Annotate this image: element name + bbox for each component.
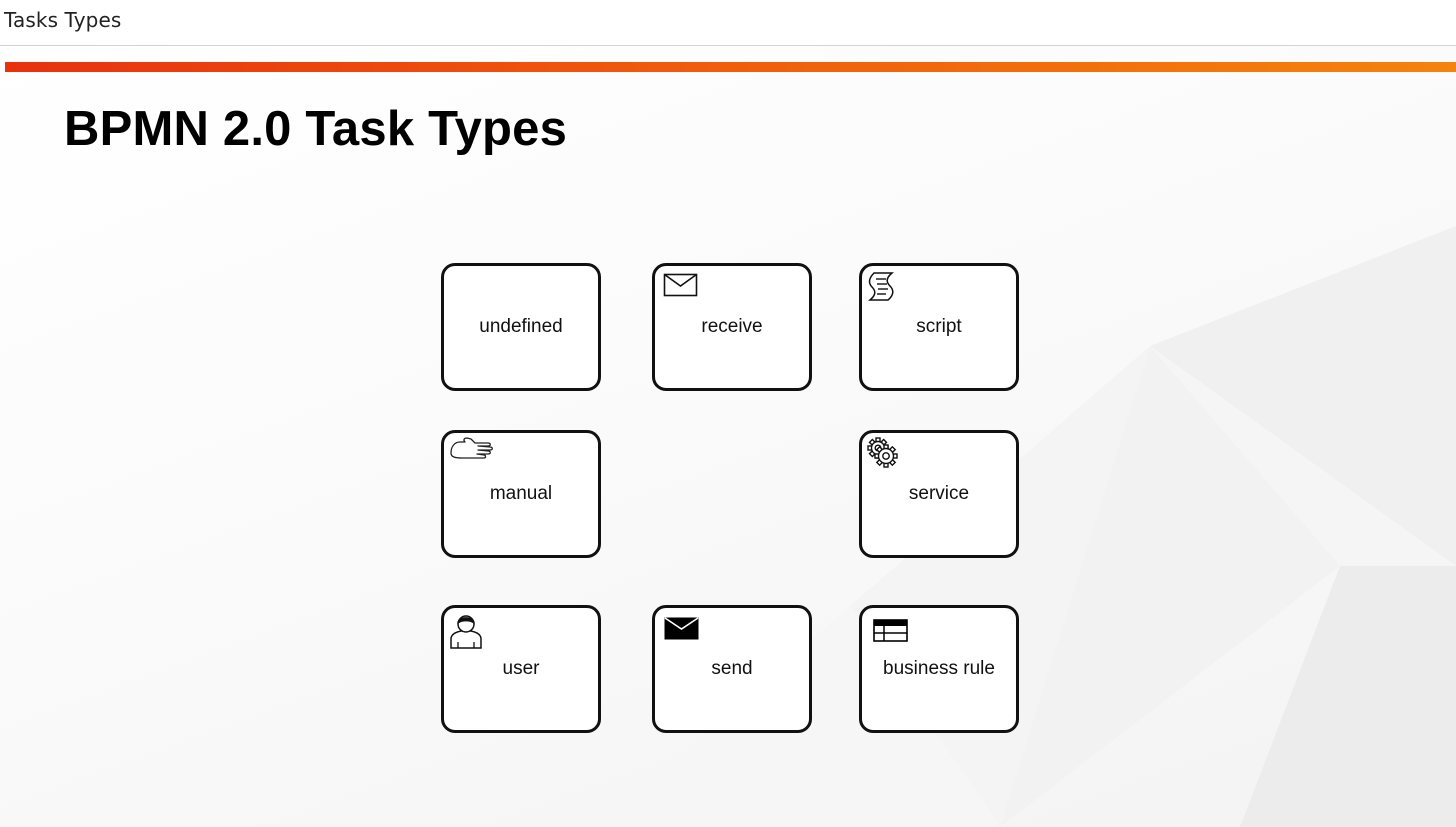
script-scroll-icon [868, 272, 895, 301]
slide-title: BPMN 2.0 Task Types [64, 102, 568, 156]
envelope-filled-icon [664, 617, 699, 640]
task-label: service [908, 483, 970, 504]
task-label: send [711, 658, 753, 679]
accent-bar [5, 62, 1456, 72]
page-header-title: Tasks Types [4, 8, 122, 32]
task-label: business rule [883, 658, 995, 679]
task-business-rule[interactable]: business rule [859, 605, 1019, 733]
task-undefined[interactable]: undefined [441, 263, 601, 391]
envelope-outline-icon [663, 273, 698, 297]
task-user[interactable]: user [441, 605, 601, 733]
task-send[interactable]: send [652, 605, 812, 733]
task-script[interactable]: script [859, 263, 1019, 391]
gears-icon [867, 437, 898, 468]
task-label: user [502, 658, 540, 679]
task-label: manual [489, 483, 553, 504]
task-service[interactable]: service [859, 430, 1019, 558]
task-label: undefined [479, 316, 563, 337]
user-icon [450, 615, 482, 649]
task-label: receive [701, 316, 763, 337]
hand-icon [450, 437, 493, 459]
table-icon [873, 619, 908, 642]
task-manual[interactable]: manual [441, 430, 601, 558]
page-header: Tasks Types [0, 0, 1456, 46]
task-receive[interactable]: receive [652, 263, 812, 391]
slide: BPMN 2.0 Task Types undefined receive sc… [0, 46, 1456, 827]
task-label: script [916, 316, 962, 337]
